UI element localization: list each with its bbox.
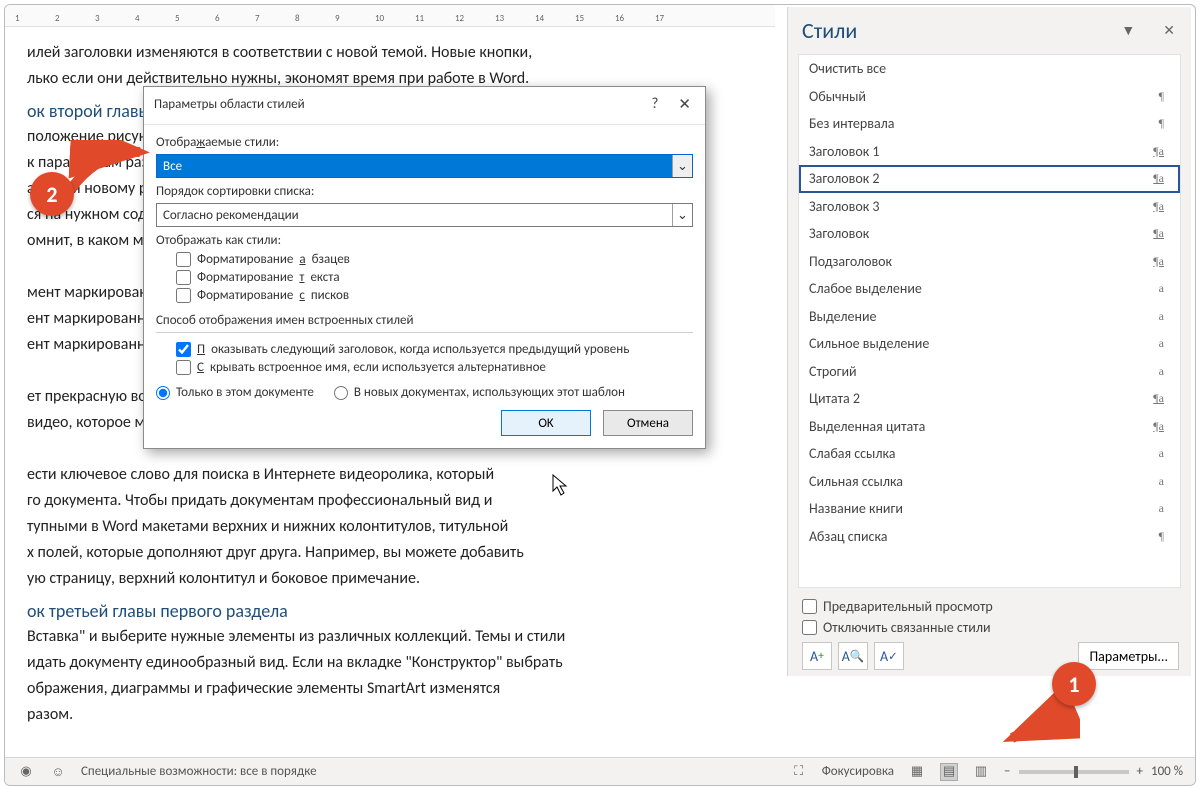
focus-icon[interactable]: ⛶ [790,763,808,781]
disable-linked-checkbox[interactable]: Отключить связанные стили [802,619,1179,636]
dialog-title-text: Параметры области стилей [154,97,305,112]
new-style-button[interactable]: A+ [802,642,832,670]
style-item[interactable]: Абзац списка¶ [799,523,1180,551]
chevron-down-icon[interactable]: ⌄ [672,204,692,226]
combo-display-styles[interactable]: Все ⌄ [156,154,693,178]
style-item[interactable]: Обычный¶ [799,83,1180,111]
read-mode-icon[interactable]: ▦ [908,763,926,781]
help-icon[interactable]: ? [651,95,658,114]
style-item[interactable]: Заголовок 1¶a [799,138,1180,166]
styles-title: Стили [802,17,857,44]
style-item[interactable]: Сильное выделениеa [799,330,1180,358]
style-item[interactable]: Подзаголовок¶a [799,248,1180,276]
web-layout-icon[interactable]: ▥ [972,763,990,781]
style-options-button[interactable]: Параметры... [1078,642,1179,670]
zoom-out-icon[interactable]: − [1004,764,1010,779]
preview-checkbox[interactable]: Предварительный просмотр [802,598,1179,615]
label-show-as: Отображать как стили: [156,233,693,248]
zoom-slider[interactable] [1019,770,1129,774]
status-bar: ◉ ☺ Специальные возможности: все в поряд… [5,757,1195,785]
chk-show-next-heading[interactable]: Показывать следующий заголовок, когда ис… [176,342,693,357]
manage-styles-button[interactable]: A✓ [874,642,904,670]
style-item[interactable]: Заголовок 3¶a [799,193,1180,221]
styles-footer: Предварительный просмотр Отключить связа… [788,588,1191,676]
chk-list-formatting[interactable]: Форматирование списков [176,288,693,303]
focus-mode[interactable]: Фокусировка [822,764,894,779]
chk-hide-builtin-name[interactable]: Скрывать встроенное имя, если использует… [176,360,693,375]
style-pane-options-dialog: Параметры области стилей ? ✕ Отображаемы… [143,86,706,449]
zoom-value[interactable]: 100 % [1151,764,1183,779]
accessibility-status[interactable]: Специальные возможности: все в порядке [81,764,317,779]
chk-text-formatting[interactable]: Форматирование текста [176,270,693,285]
styles-panel: Стили ▼ ✕ Очистить всеОбычный¶Без интерв… [787,7,1191,676]
annotation-badge-1: 1 [1052,662,1096,706]
label-display-styles: Отображаемые стили: [156,135,693,150]
style-item[interactable]: Слабое выделениеa [799,275,1180,303]
macro-record-icon[interactable]: ◉ [17,763,35,781]
ok-button[interactable]: OK [501,410,591,436]
chk-paragraph-formatting[interactable]: Форматирование абзацев [176,252,693,267]
dialog-close-icon[interactable]: ✕ [678,95,691,114]
combo-sort-order[interactable]: Согласно рекомендации ⌄ [156,203,693,227]
style-item[interactable]: Заголовок¶a [799,220,1180,248]
style-item[interactable]: Без интервала¶ [799,110,1180,138]
radio-template[interactable]: В новых документах, использующих этот ша… [334,385,625,400]
style-item[interactable]: Сильная ссылкаa [799,468,1180,496]
style-list: Очистить всеОбычный¶Без интервала¶Заголо… [798,54,1181,588]
style-item[interactable]: Выделениеa [799,303,1180,331]
ruler[interactable]: 1234567891011121314151617 [5,5,775,27]
label-builtin-names: Способ отображения имен встроенных стиле… [156,313,693,328]
zoom-in-icon[interactable]: + [1137,764,1143,779]
radio-this-doc[interactable]: Только в этом документе [156,385,314,400]
style-item[interactable]: Заголовок 2¶a [799,165,1180,193]
zoom-control[interactable]: − + 100 % [1004,764,1183,779]
style-item[interactable]: Очистить все [799,55,1180,83]
styles-panel-header: Стили ▼ ✕ [788,7,1191,52]
style-item[interactable]: Цитата 2¶a [799,385,1180,413]
dialog-titlebar[interactable]: Параметры области стилей ? ✕ [144,87,705,124]
cancel-button[interactable]: Отмена [603,410,693,436]
label-sort-order: Порядок сортировки списка: [156,184,693,199]
annotation-badge-2: 2 [30,172,74,216]
style-item[interactable]: Выделенная цитата¶a [799,413,1180,441]
print-layout-icon[interactable]: ▤ [940,763,958,781]
style-item[interactable]: Название книгиa [799,495,1180,523]
close-icon[interactable]: ✕ [1163,22,1175,39]
style-inspector-button[interactable]: A🔍 [838,642,868,670]
dropdown-icon[interactable]: ▼ [1121,22,1135,39]
style-item[interactable]: Слабая ссылкаa [799,440,1180,468]
accessibility-icon[interactable]: ☺ [49,763,67,781]
chevron-down-icon[interactable]: ⌄ [672,155,692,177]
style-item[interactable]: Строгийa [799,358,1180,386]
